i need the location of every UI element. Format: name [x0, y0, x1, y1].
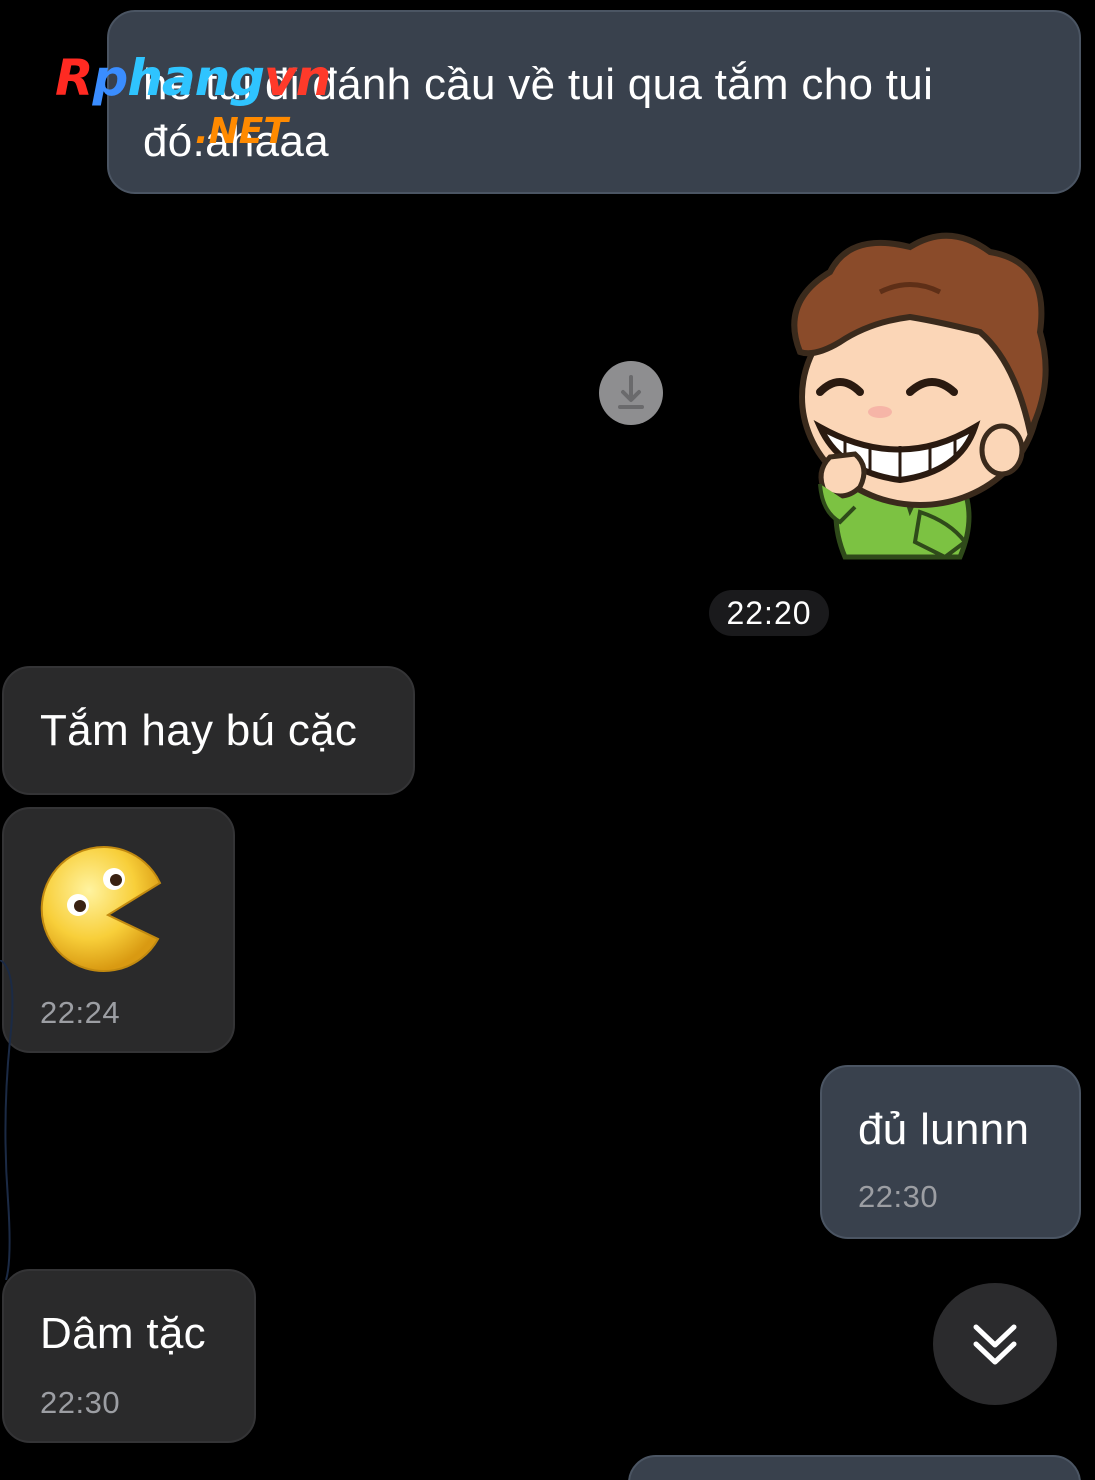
outgoing-message-bubble[interactable]: đủ lunnn 22:30	[820, 1065, 1081, 1239]
chat-screen: hè tui đi đánh cầu về tui qua tắm cho tu…	[0, 0, 1095, 1480]
message-timestamp: 22:30	[858, 1179, 939, 1214]
grinning-boy-sticker[interactable]	[760, 222, 1060, 562]
incoming-message-bubble[interactable]: Tắm hay bú cặc	[2, 666, 415, 795]
message-text: Tắm hay bú cặc	[40, 706, 358, 755]
sticker-timestamp: 22:20	[709, 590, 829, 636]
incoming-emoji-bubble[interactable]: 22:24	[2, 807, 235, 1053]
download-button[interactable]	[599, 361, 663, 425]
outgoing-message-bubble[interactable]: hè tui đi đánh cầu về tui qua tắm cho tu…	[107, 10, 1081, 194]
message-text: đủ lunnn	[858, 1105, 1030, 1154]
message-timestamp: 22:30	[40, 1385, 121, 1420]
outgoing-message-bubble-partial[interactable]	[628, 1455, 1081, 1480]
scroll-to-bottom-button[interactable]	[933, 1283, 1057, 1405]
watermark-r: R	[55, 49, 94, 107]
download-icon	[618, 375, 644, 409]
message-text: Dâm tặc	[40, 1309, 206, 1358]
double-chevron-down-icon	[973, 1324, 1017, 1365]
message-timestamp: 22:24	[40, 995, 121, 1030]
edge-artifact	[0, 960, 14, 1280]
incoming-message-bubble[interactable]: Dâm tặc 22:30	[2, 1269, 256, 1443]
pacman-emoji	[40, 846, 162, 973]
message-text: hè tui đi đánh cầu về tui qua tắm cho tu…	[143, 60, 934, 166]
